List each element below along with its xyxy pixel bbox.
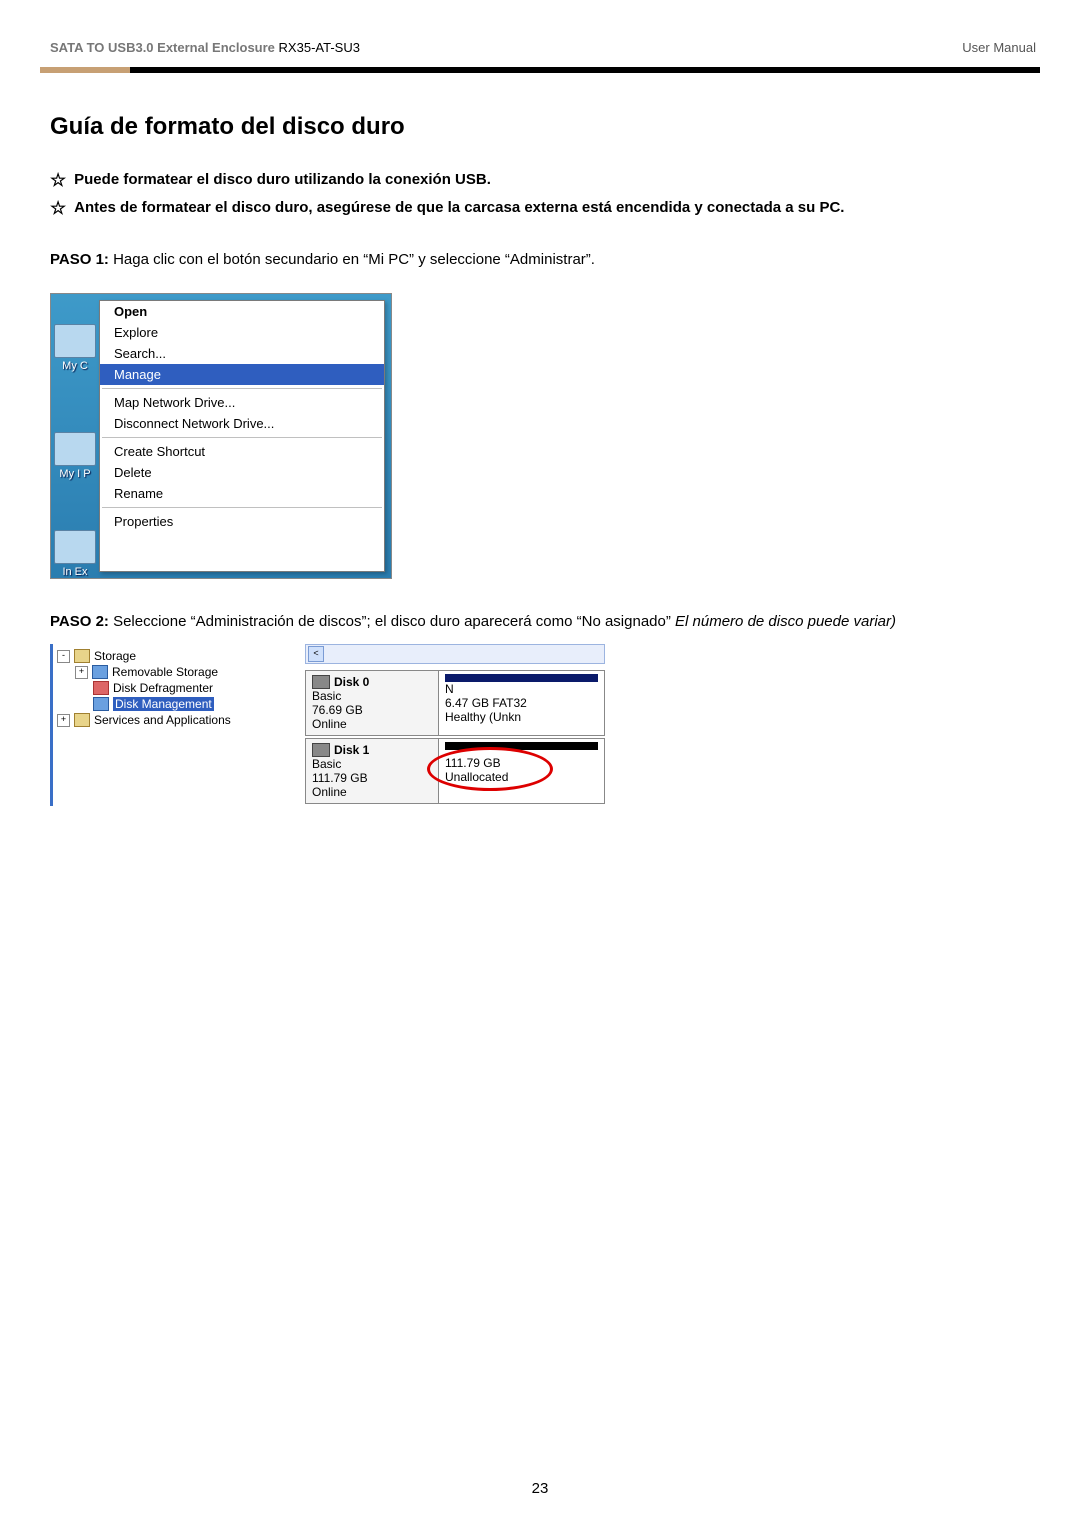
folder-icon: [74, 649, 90, 663]
menu-item-explore[interactable]: Explore: [100, 322, 384, 343]
tree-defrag[interactable]: Disk Defragmenter: [113, 681, 213, 695]
diskmgmt-icon: [93, 697, 109, 711]
disk-management-pane: < Disk 0 Basic 76.69 GB Online N 6.47 GB…: [305, 644, 605, 806]
desktop-icons-strip: My C My I P In Ex: [51, 294, 99, 578]
desktop-icon: [54, 432, 96, 466]
mmc-tree: - Storage + Removable Storage Disk Defragm…: [50, 644, 297, 806]
tree-disk-management[interactable]: Disk Management: [113, 697, 214, 711]
disk-row-0: Disk 0 Basic 76.69 GB Online N 6.47 GB F…: [305, 670, 605, 736]
star-icon: ☆: [50, 171, 66, 189]
horizontal-scrollbar[interactable]: <: [305, 644, 605, 664]
desktop-icon: [54, 530, 96, 564]
partition-bar: [445, 742, 598, 750]
disk0-part-size: 6.47 GB FAT32: [445, 696, 598, 710]
step-1: PASO 1: Haga clic con el botón secundari…: [50, 247, 1030, 273]
menu-item-rename[interactable]: Rename: [100, 483, 384, 504]
menu-item-delete[interactable]: Delete: [100, 462, 384, 483]
disk1-name: Disk 1: [334, 743, 369, 757]
storage-icon: [92, 665, 108, 679]
folder-icon: [74, 713, 90, 727]
menu-separator: [102, 507, 382, 508]
disk0-status: Online: [312, 717, 432, 731]
product-line: SATA TO USB3.0 External Enclosure: [50, 40, 275, 55]
disk-icon: [312, 743, 330, 757]
menu-item-properties[interactable]: Properties: [100, 511, 384, 532]
tree-removable[interactable]: Removable Storage: [112, 665, 218, 679]
page-header: SATA TO USB3.0 External Enclosure RX35-A…: [40, 40, 1040, 63]
partition-bar: [445, 674, 598, 682]
screenshot-disk-management: - Storage + Removable Storage Disk Defragm…: [50, 644, 1030, 806]
menu-separator: [102, 388, 382, 389]
disk1-status: Online: [312, 785, 432, 799]
disk1-partition[interactable]: 111.79 GB Unallocated: [439, 739, 604, 803]
expand-icon[interactable]: +: [57, 714, 70, 727]
collapse-icon[interactable]: -: [57, 650, 70, 663]
page-title: Guía de formato del disco duro: [50, 113, 1030, 141]
menu-item-open[interactable]: Open: [100, 301, 384, 322]
tree-services[interactable]: Services and Applications: [94, 713, 231, 727]
tree-storage[interactable]: Storage: [94, 649, 136, 663]
disk0-name: Disk 0: [334, 675, 369, 689]
menu-item-create-shortcut[interactable]: Create Shortcut: [100, 441, 384, 462]
defrag-icon: [93, 681, 109, 695]
doc-type: User Manual: [962, 40, 1036, 55]
star-icon: ☆: [50, 199, 66, 217]
step-2: PASO 2: Seleccione “Administración de di…: [50, 609, 1030, 635]
bullet-1: ☆ Puede formatear el disco duro utilizan…: [50, 171, 1030, 189]
my-computer-icon: [54, 324, 96, 358]
disk0-part-status: Healthy (Unkn: [445, 710, 598, 724]
expand-icon[interactable]: +: [75, 666, 88, 679]
disk-icon: [312, 675, 330, 689]
menu-item-disconnect-drive[interactable]: Disconnect Network Drive...: [100, 413, 384, 434]
disk0-partition[interactable]: N 6.47 GB FAT32 Healthy (Unkn: [439, 671, 604, 735]
scroll-left-icon[interactable]: <: [308, 646, 324, 662]
disk1-type: Basic: [312, 757, 432, 771]
screenshot-context-menu: My C My I P In Ex Open Explore Search...…: [50, 293, 392, 579]
disk-row-1: Disk 1 Basic 111.79 GB Online 111.79 GB …: [305, 738, 605, 804]
disk0-type: Basic: [312, 689, 432, 703]
page-number: 23: [0, 1480, 1080, 1497]
disk1-size: 111.79 GB: [312, 771, 432, 785]
disk1-part-size: 111.79 GB: [445, 756, 598, 770]
menu-separator: [102, 437, 382, 438]
context-menu: Open Explore Search... Manage Map Networ…: [99, 300, 385, 572]
menu-item-map-drive[interactable]: Map Network Drive...: [100, 392, 384, 413]
disk1-part-status: Unallocated: [445, 770, 598, 784]
menu-item-manage[interactable]: Manage: [100, 364, 384, 385]
menu-item-search[interactable]: Search...: [100, 343, 384, 364]
disk0-part-label: N: [445, 682, 598, 696]
bullet-2: ☆ Antes de formatear el disco duro, aseg…: [50, 199, 1030, 217]
model: RX35-AT-SU3: [279, 40, 360, 55]
disk0-size: 76.69 GB: [312, 703, 432, 717]
